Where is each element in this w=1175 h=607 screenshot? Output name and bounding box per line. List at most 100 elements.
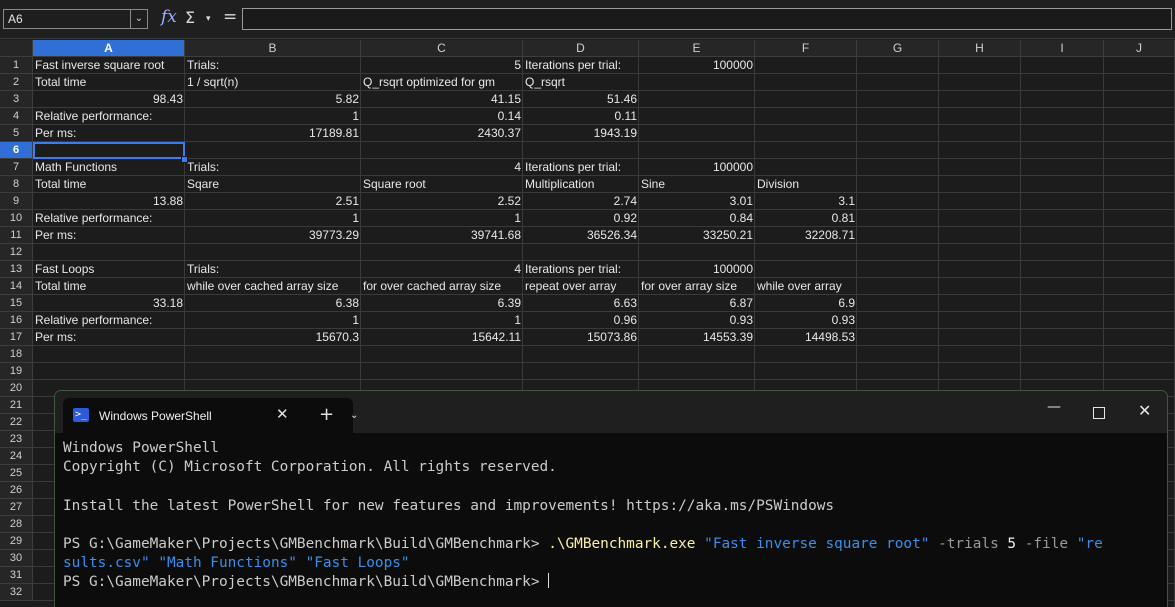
row-header[interactable]: 6 xyxy=(0,142,33,159)
cell-c5[interactable]: 2430.37 xyxy=(361,125,523,142)
cell-b15[interactable]: 6.38 xyxy=(185,295,361,312)
cell-c8[interactable]: Square root xyxy=(361,176,523,193)
cell-c10[interactable]: 1 xyxy=(361,210,523,227)
cell-c3[interactable]: 41.15 xyxy=(361,91,523,108)
row-header[interactable]: 19 xyxy=(0,363,33,380)
cell-b14[interactable]: while over cached array size xyxy=(185,278,361,295)
cell-b4[interactable]: 1 xyxy=(185,108,361,125)
cell-b3[interactable]: 5.82 xyxy=(185,91,361,108)
formula-icon[interactable]: = xyxy=(223,7,237,27)
column-header[interactable]: G xyxy=(857,40,939,57)
terminal-titlebar[interactable]: >_ Windows PowerShell ✕ + ⌄ — ✕ xyxy=(55,391,1167,433)
cell-d16[interactable]: 0.96 xyxy=(523,312,639,329)
cell-a4[interactable]: Relative performance: xyxy=(33,108,185,125)
column-header[interactable]: A xyxy=(33,40,185,57)
cell-d7[interactable]: Iterations per trial: xyxy=(523,159,639,176)
cell-a13[interactable]: Fast Loops xyxy=(33,261,185,278)
cell-d13[interactable]: Iterations per trial: xyxy=(523,261,639,278)
row-header[interactable]: 4 xyxy=(0,108,33,125)
cell-b7[interactable]: Trials: xyxy=(185,159,361,176)
cell-e16[interactable]: 0.93 xyxy=(639,312,755,329)
cell-c4[interactable]: 0.14 xyxy=(361,108,523,125)
cell-e11[interactable]: 33250.21 xyxy=(639,227,755,244)
cell-b2[interactable]: 1 / sqrt(n) xyxy=(185,74,361,91)
formula-input[interactable] xyxy=(242,8,1172,30)
cell-e10[interactable]: 0.84 xyxy=(639,210,755,227)
function-wizard-icon[interactable]: fx xyxy=(161,7,177,27)
cell-b8[interactable]: Sqare xyxy=(185,176,361,193)
row-header[interactable]: 2 xyxy=(0,74,33,91)
cell-f9[interactable]: 3.1 xyxy=(755,193,857,210)
cell-d1[interactable]: Iterations per trial: xyxy=(523,57,639,74)
fill-handle[interactable] xyxy=(181,156,188,163)
cell-b5[interactable]: 17189.81 xyxy=(185,125,361,142)
row-header[interactable]: 18 xyxy=(0,346,33,363)
column-header[interactable]: C xyxy=(361,40,523,57)
row-header[interactable]: 25 xyxy=(0,465,33,482)
cell-a3[interactable]: 98.43 xyxy=(33,91,185,108)
cell-a7[interactable]: Math Functions xyxy=(33,159,185,176)
cell-d17[interactable]: 15073.86 xyxy=(523,329,639,346)
cell-f15[interactable]: 6.9 xyxy=(755,295,857,312)
cell-e14[interactable]: for over array size xyxy=(639,278,755,295)
cell-b17[interactable]: 15670.3 xyxy=(185,329,361,346)
row-header[interactable]: 15 xyxy=(0,295,33,312)
row-header[interactable]: 22 xyxy=(0,414,33,431)
row-header[interactable]: 20 xyxy=(0,380,33,397)
cell-a1[interactable]: Fast inverse square root xyxy=(33,57,185,74)
cell-a15[interactable]: 33.18 xyxy=(33,295,185,312)
cell-b10[interactable]: 1 xyxy=(185,210,361,227)
row-header[interactable]: 32 xyxy=(0,584,33,601)
row-header[interactable]: 23 xyxy=(0,431,33,448)
cell-c7[interactable]: 4 xyxy=(361,159,523,176)
column-header[interactable]: F xyxy=(755,40,857,57)
powershell-window[interactable]: >_ Windows PowerShell ✕ + ⌄ — ✕ Windows … xyxy=(54,390,1168,607)
column-header[interactable]: H xyxy=(939,40,1021,57)
row-header[interactable]: 30 xyxy=(0,550,33,567)
row-header[interactable]: 31 xyxy=(0,567,33,584)
row-header[interactable]: 21 xyxy=(0,397,33,414)
cell-a8[interactable]: Total time xyxy=(33,176,185,193)
cell-e1[interactable]: 100000 xyxy=(639,57,755,74)
new-tab-button[interactable]: + xyxy=(319,404,334,425)
select-all-corner[interactable] xyxy=(0,40,33,57)
cell-c9[interactable]: 2.52 xyxy=(361,193,523,210)
cell-f17[interactable]: 14498.53 xyxy=(755,329,857,346)
cell-d9[interactable]: 2.74 xyxy=(523,193,639,210)
cell-d5[interactable]: 1943.19 xyxy=(523,125,639,142)
cell-b13[interactable]: Trials: xyxy=(185,261,361,278)
cell-c13[interactable]: 4 xyxy=(361,261,523,278)
cell-d14[interactable]: repeat over array xyxy=(523,278,639,295)
cell-e13[interactable]: 100000 xyxy=(639,261,755,278)
cell-d10[interactable]: 0.92 xyxy=(523,210,639,227)
name-box[interactable]: A6 ⌄ xyxy=(3,9,148,29)
close-button[interactable]: ✕ xyxy=(1138,401,1151,420)
cell-d15[interactable]: 6.63 xyxy=(523,295,639,312)
row-header[interactable]: 1 xyxy=(0,57,33,74)
row-header[interactable]: 10 xyxy=(0,210,33,227)
row-header[interactable]: 29 xyxy=(0,533,33,550)
row-header[interactable]: 13 xyxy=(0,261,33,278)
cell-f14[interactable]: while over array xyxy=(755,278,857,295)
cell-e8[interactable]: Sine xyxy=(639,176,755,193)
row-header[interactable]: 3 xyxy=(0,91,33,108)
cell-c14[interactable]: for over cached array size xyxy=(361,278,523,295)
row-header[interactable]: 27 xyxy=(0,499,33,516)
cell-a14[interactable]: Total time xyxy=(33,278,185,295)
row-header[interactable]: 5 xyxy=(0,125,33,142)
close-tab-icon[interactable]: ✕ xyxy=(276,405,289,423)
cell-a16[interactable]: Relative performance: xyxy=(33,312,185,329)
cell-a9[interactable]: 13.88 xyxy=(33,193,185,210)
selected-cell[interactable] xyxy=(33,142,185,159)
column-header[interactable]: B xyxy=(185,40,361,57)
minimize-button[interactable]: — xyxy=(1047,399,1061,415)
cell-a2[interactable]: Total time xyxy=(33,74,185,91)
cell-f11[interactable]: 32208.71 xyxy=(755,227,857,244)
row-header[interactable]: 26 xyxy=(0,482,33,499)
cell-e17[interactable]: 14553.39 xyxy=(639,329,755,346)
row-header[interactable]: 16 xyxy=(0,312,33,329)
row-header[interactable]: 8 xyxy=(0,176,33,193)
cell-d8[interactable]: Multiplication xyxy=(523,176,639,193)
maximize-button[interactable] xyxy=(1093,407,1105,419)
column-header[interactable]: I xyxy=(1021,40,1104,57)
